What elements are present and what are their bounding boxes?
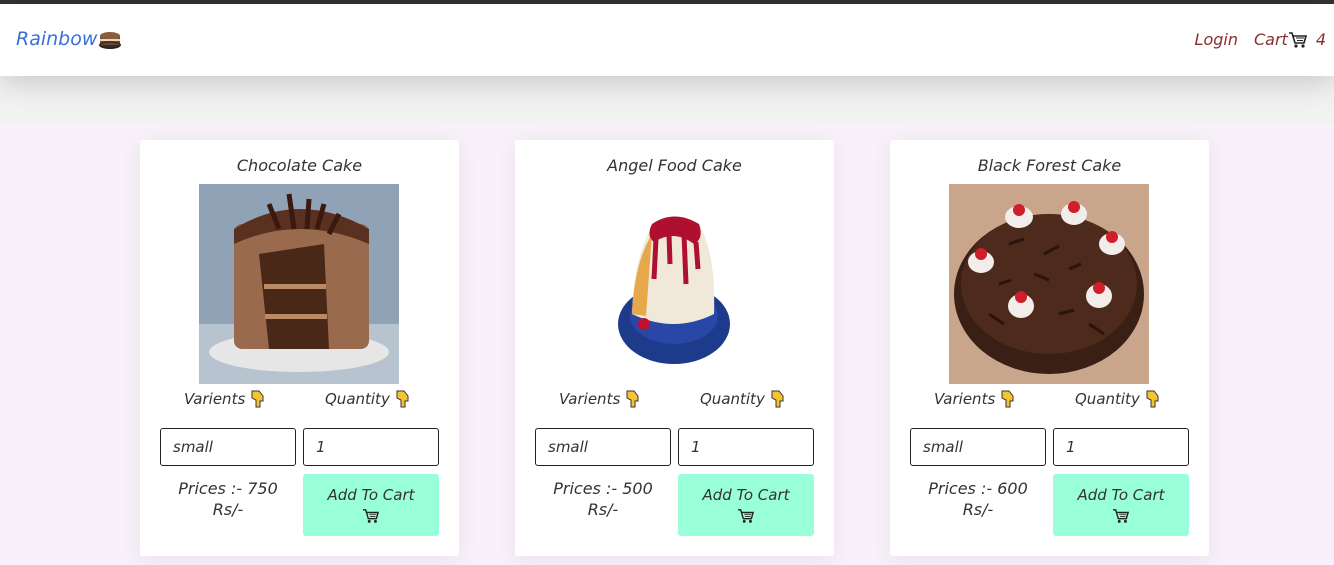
price-value: Prices :- 500 bbox=[553, 479, 653, 498]
quantity-text: Quantity bbox=[325, 390, 390, 408]
price-unit: Rs/- bbox=[587, 500, 619, 519]
cart-count: 4 bbox=[1315, 30, 1326, 49]
pointing-down-icon bbox=[771, 390, 784, 408]
black-forest-cake-image bbox=[949, 184, 1149, 384]
cart-icon bbox=[363, 509, 380, 523]
price-unit: Rs/- bbox=[962, 500, 994, 519]
quantity-label: Quantity bbox=[700, 390, 785, 408]
variants-text: Varients bbox=[184, 390, 246, 408]
login-link[interactable]: Login bbox=[1195, 30, 1238, 49]
product-title: Angel Food Cake bbox=[607, 156, 742, 175]
product-card: Angel Food Cake Varients Quantity small … bbox=[515, 140, 834, 556]
pointing-down-icon bbox=[396, 390, 409, 408]
product-card: Chocolate Cake Varients Quantity small 1… bbox=[140, 140, 459, 556]
variants-label: Varients bbox=[934, 390, 1015, 408]
product-card: Black Forest Cake Varients Quantity smal… bbox=[890, 140, 1209, 556]
variants-text: Varients bbox=[934, 390, 996, 408]
navbar-shadow-band bbox=[0, 76, 1334, 124]
product-title: Black Forest Cake bbox=[977, 156, 1122, 175]
quantity-select[interactable]: 1 bbox=[678, 428, 814, 466]
variant-select[interactable]: small bbox=[160, 428, 296, 466]
price-text: Prices :- 600 Rs/- bbox=[910, 478, 1046, 520]
pointing-down-icon bbox=[626, 390, 639, 408]
price-text: Prices :- 750 Rs/- bbox=[160, 478, 296, 520]
quantity-text: Quantity bbox=[1075, 390, 1140, 408]
add-to-cart-label: Add To Cart bbox=[327, 486, 415, 504]
pointing-down-icon bbox=[251, 390, 264, 408]
cart-icon bbox=[1288, 31, 1307, 48]
price-value: Prices :- 750 bbox=[178, 479, 278, 498]
quantity-text: Quantity bbox=[700, 390, 765, 408]
cart-link[interactable]: Cart 4 bbox=[1254, 30, 1326, 49]
chocolate-cake-image bbox=[199, 184, 399, 384]
add-to-cart-label: Add To Cart bbox=[702, 486, 790, 504]
angel-food-cake-image bbox=[574, 184, 774, 384]
variant-select[interactable]: small bbox=[535, 428, 671, 466]
pointing-down-icon bbox=[1146, 390, 1159, 408]
nav-right: Login Cart 4 bbox=[1195, 30, 1326, 49]
quantity-select[interactable]: 1 bbox=[303, 428, 439, 466]
cart-icon bbox=[738, 509, 755, 523]
cart-label: Cart bbox=[1253, 30, 1288, 49]
quantity-select[interactable]: 1 bbox=[1053, 428, 1189, 466]
variants-label: Varients bbox=[184, 390, 265, 408]
product-title: Chocolate Cake bbox=[236, 156, 363, 175]
variants-label: Varients bbox=[559, 390, 640, 408]
navbar: Rainbow Login Cart 4 bbox=[0, 4, 1334, 76]
add-to-cart-button[interactable]: Add To Cart bbox=[678, 474, 814, 536]
cart-icon bbox=[1113, 509, 1130, 523]
pointing-down-icon bbox=[1001, 390, 1014, 408]
quantity-label: Quantity bbox=[325, 390, 410, 408]
cake-icon bbox=[99, 32, 122, 49]
add-to-cart-button[interactable]: Add To Cart bbox=[1053, 474, 1189, 536]
quantity-label: Quantity bbox=[1075, 390, 1160, 408]
price-text: Prices :- 500 Rs/- bbox=[535, 478, 671, 520]
add-to-cart-label: Add To Cart bbox=[1077, 486, 1165, 504]
variant-select[interactable]: small bbox=[910, 428, 1046, 466]
brand-link[interactable]: Rainbow bbox=[16, 28, 122, 50]
brand-name: Rainbow bbox=[16, 28, 98, 50]
variants-text: Varients bbox=[559, 390, 621, 408]
add-to-cart-button[interactable]: Add To Cart bbox=[303, 474, 439, 536]
price-unit: Rs/- bbox=[212, 500, 244, 519]
price-value: Prices :- 600 bbox=[928, 479, 1028, 498]
